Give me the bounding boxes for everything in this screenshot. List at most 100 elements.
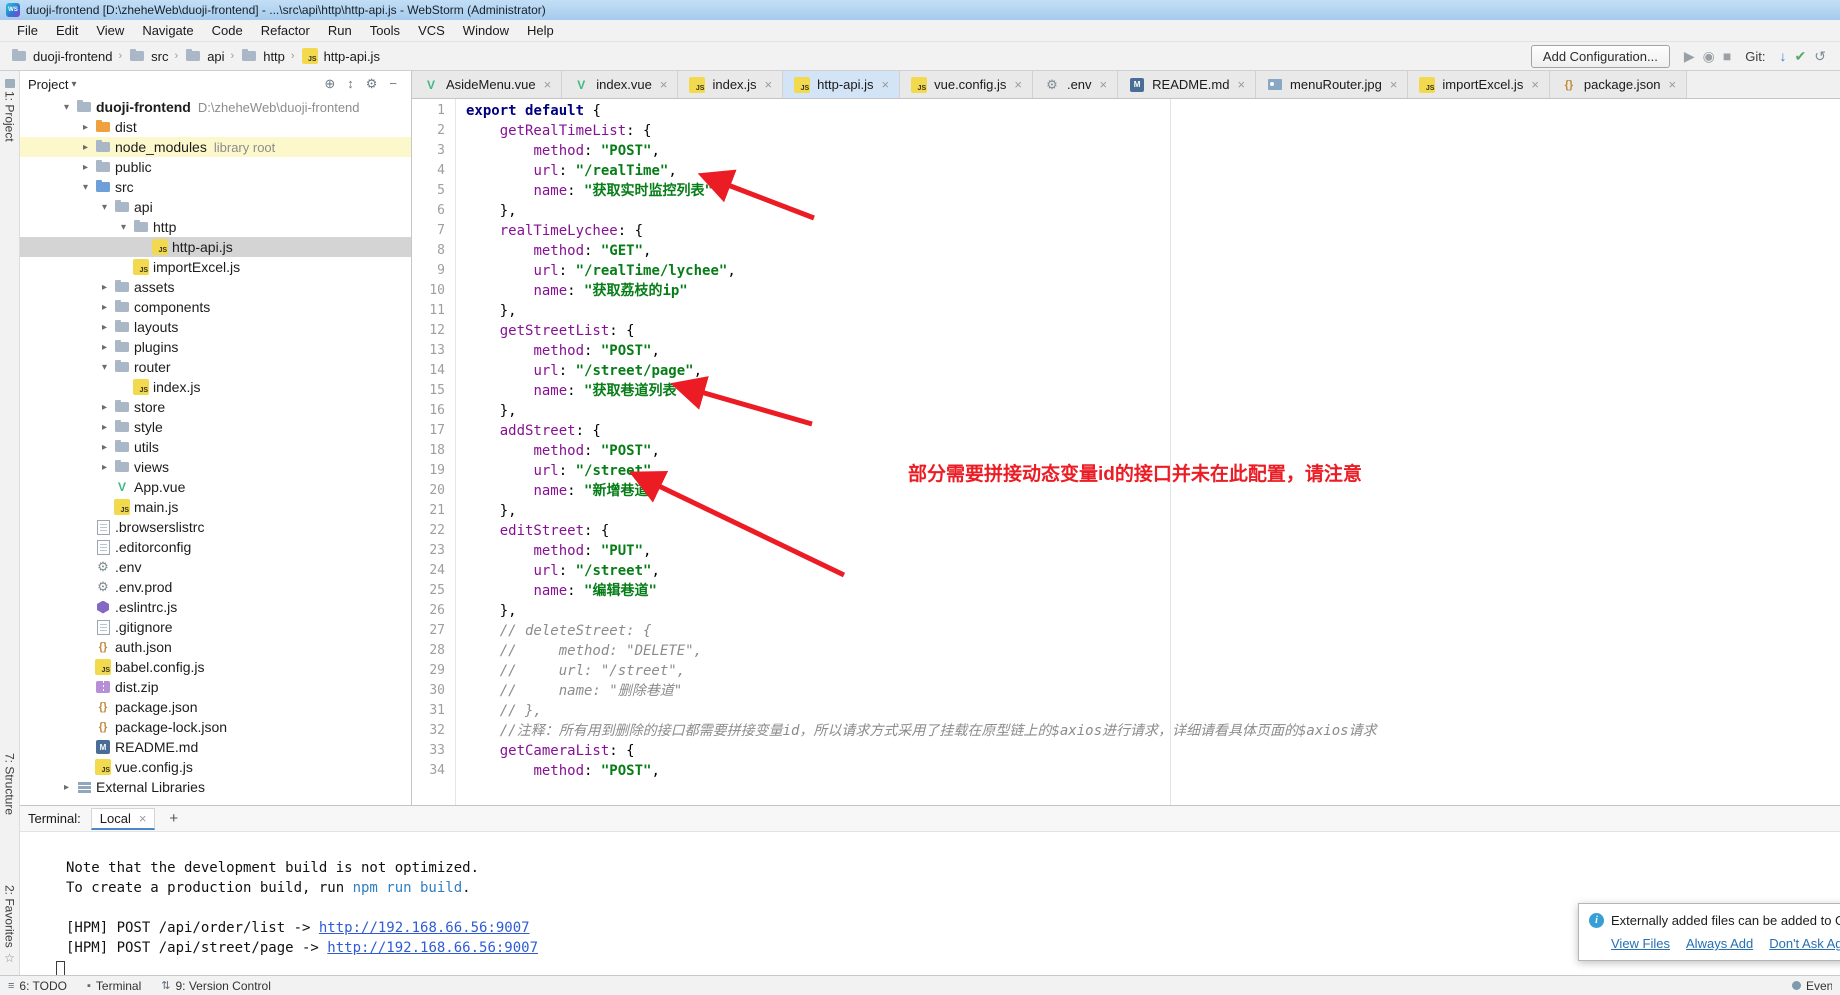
tab-readme-md[interactable]: README.md× xyxy=(1118,71,1256,98)
tree-item-package-json[interactable]: package.json xyxy=(20,697,411,717)
tree-item-store[interactable]: ▸store xyxy=(20,397,411,417)
close-icon[interactable]: × xyxy=(660,77,668,92)
close-icon[interactable]: × xyxy=(544,77,552,92)
menu-item-navigate[interactable]: Navigate xyxy=(133,21,202,40)
tree-item-main-js[interactable]: main.js xyxy=(20,497,411,517)
close-icon[interactable]: × xyxy=(139,811,147,826)
tree-item-http[interactable]: ▾http xyxy=(20,217,411,237)
chevron-right-icon[interactable]: ▸ xyxy=(77,142,94,153)
tree-item-layouts[interactable]: ▸layouts xyxy=(20,317,411,337)
statusbar-event-log[interactable]: Event Log xyxy=(1792,979,1832,993)
tree-item-style[interactable]: ▸style xyxy=(20,417,411,437)
breadcrumb-http[interactable]: http xyxy=(240,49,285,64)
tab-menurouter-jpg[interactable]: menuRouter.jpg× xyxy=(1256,71,1408,98)
tree-item-utils[interactable]: ▸utils xyxy=(20,437,411,457)
menu-item-edit[interactable]: Edit xyxy=(47,21,87,40)
tree-item-auth-json[interactable]: auth.json xyxy=(20,637,411,657)
menu-item-refactor[interactable]: Refactor xyxy=(252,21,319,40)
breadcrumb-http-api-js[interactable]: http-api.js xyxy=(301,49,380,64)
chevron-down-icon[interactable]: ▾ xyxy=(96,362,113,373)
tree-item-babel-config-js[interactable]: babel.config.js xyxy=(20,657,411,677)
chevron-right-icon[interactable]: ▸ xyxy=(96,442,113,453)
tree-item-package-lock-json[interactable]: package-lock.json xyxy=(20,717,411,737)
chevron-right-icon[interactable]: ▸ xyxy=(96,302,113,313)
update-project-icon[interactable]: ↓ xyxy=(1776,48,1791,64)
chevron-right-icon[interactable]: ▸ xyxy=(77,162,94,173)
chevron-right-icon[interactable]: ▸ xyxy=(96,322,113,333)
rollback-icon[interactable]: ↺ xyxy=(1810,48,1830,64)
tree-item-env[interactable]: .env xyxy=(20,557,411,577)
menu-item-vcs[interactable]: VCS xyxy=(409,21,454,40)
chevron-right-icon[interactable]: ▸ xyxy=(96,422,113,433)
statusbar-9-version-control[interactable]: ⇅9: Version Control xyxy=(161,979,271,993)
tree-item-api[interactable]: ▾api xyxy=(20,197,411,217)
notification-action-view-files[interactable]: View Files xyxy=(1611,936,1670,951)
tab-index-js[interactable]: index.js× xyxy=(678,71,783,98)
chevron-down-icon[interactable]: ▾ xyxy=(77,182,94,193)
chevron-right-icon[interactable]: ▸ xyxy=(96,282,113,293)
close-icon[interactable]: × xyxy=(765,77,773,92)
run-icon[interactable]: ▶ xyxy=(1680,48,1699,64)
tab-http-api-js[interactable]: http-api.js× xyxy=(783,71,900,98)
close-icon[interactable]: × xyxy=(1100,77,1108,92)
stripe-structure-button[interactable]: 7: Structure xyxy=(0,753,19,815)
tab-package-json[interactable]: package.json× xyxy=(1550,71,1687,98)
terminal-tab-local[interactable]: Local × xyxy=(91,808,156,830)
editor-gutter[interactable]: 1234567891011121314151617181920212223242… xyxy=(412,99,456,805)
breadcrumb-duoji-frontend[interactable]: duoji-frontend xyxy=(10,49,113,64)
close-icon[interactable]: × xyxy=(1014,77,1022,92)
tree-item-router[interactable]: ▾router xyxy=(20,357,411,377)
close-icon[interactable]: × xyxy=(1669,77,1677,92)
tree-item-src[interactable]: ▾src xyxy=(20,177,411,197)
chevron-down-icon[interactable]: ▾ xyxy=(115,222,132,233)
close-icon[interactable]: × xyxy=(882,77,890,92)
menu-item-file[interactable]: File xyxy=(8,21,47,40)
chevron-right-icon[interactable]: ▸ xyxy=(58,782,75,793)
chevron-right-icon[interactable]: ▸ xyxy=(96,342,113,353)
chevron-down-icon[interactable]: ▾ xyxy=(58,102,75,113)
debug-icon[interactable]: ◉ xyxy=(1699,48,1719,64)
stripe-favorites-button[interactable]: ☆ 2: Favorites xyxy=(0,885,19,965)
chevron-down-icon[interactable]: ▾ xyxy=(71,79,76,90)
stripe-project-button[interactable]: 1: Project xyxy=(0,79,19,142)
menu-item-help[interactable]: Help xyxy=(518,21,563,40)
hide-panel-icon[interactable]: − xyxy=(383,76,403,91)
tree-item-assets[interactable]: ▸assets xyxy=(20,277,411,297)
title-bar[interactable]: WS duoji-frontend [D:\zheheWeb\duoji-fro… xyxy=(0,0,1840,20)
statusbar-terminal[interactable]: ▪Terminal xyxy=(87,979,141,993)
notification-action-always-add[interactable]: Always Add xyxy=(1686,936,1753,951)
close-icon[interactable]: × xyxy=(1390,77,1398,92)
locate-file-icon[interactable]: ⊕ xyxy=(318,76,341,91)
new-terminal-icon[interactable]: + xyxy=(165,810,182,827)
chevron-right-icon[interactable]: ▸ xyxy=(96,462,113,473)
tree-item-components[interactable]: ▸components xyxy=(20,297,411,317)
tree-item-gitignore[interactable]: .gitignore xyxy=(20,617,411,637)
tree-item-eslintrc-js[interactable]: .eslintrc.js xyxy=(20,597,411,617)
commit-icon[interactable]: ✔ xyxy=(1791,48,1811,64)
tree-item-external-libraries[interactable]: ▸External Libraries xyxy=(20,777,411,797)
chevron-right-icon[interactable]: ▸ xyxy=(96,402,113,413)
tab-index-vue[interactable]: index.vue× xyxy=(562,71,678,98)
breadcrumb-src[interactable]: src xyxy=(128,49,168,64)
close-icon[interactable]: × xyxy=(1531,77,1539,92)
project-panel-title[interactable]: Project xyxy=(28,77,68,92)
tree-item-views[interactable]: ▸views xyxy=(20,457,411,477)
tree-item-editorconfig[interactable]: .editorconfig xyxy=(20,537,411,557)
tree-item-http-api-js[interactable]: http-api.js xyxy=(20,237,411,257)
tree-item-dist[interactable]: ▸dist xyxy=(20,117,411,137)
stop-icon[interactable]: ■ xyxy=(1719,48,1735,64)
settings-icon[interactable]: ⚙ xyxy=(360,76,384,91)
terminal-output[interactable]: Note that the development build is not o… xyxy=(20,832,1840,978)
menu-item-window[interactable]: Window xyxy=(454,21,518,40)
code-editor[interactable]: export default { getRealTimeList: { meth… xyxy=(456,99,1840,805)
tab-asidemenu-vue[interactable]: AsideMenu.vue× xyxy=(412,71,562,98)
tab-importexcel-js[interactable]: importExcel.js× xyxy=(1408,71,1550,98)
tree-item-index-js[interactable]: index.js xyxy=(20,377,411,397)
close-icon[interactable]: × xyxy=(1237,77,1245,92)
tree-item-importexcel-js[interactable]: importExcel.js xyxy=(20,257,411,277)
tree-item-app-vue[interactable]: App.vue xyxy=(20,477,411,497)
tree-item-env-prod[interactable]: .env.prod xyxy=(20,577,411,597)
tree-item-browserslistrc[interactable]: .browserslistrc xyxy=(20,517,411,537)
notification-action-don-t-ask-agai[interactable]: Don't Ask Agai xyxy=(1769,936,1840,951)
menu-item-view[interactable]: View xyxy=(87,21,133,40)
